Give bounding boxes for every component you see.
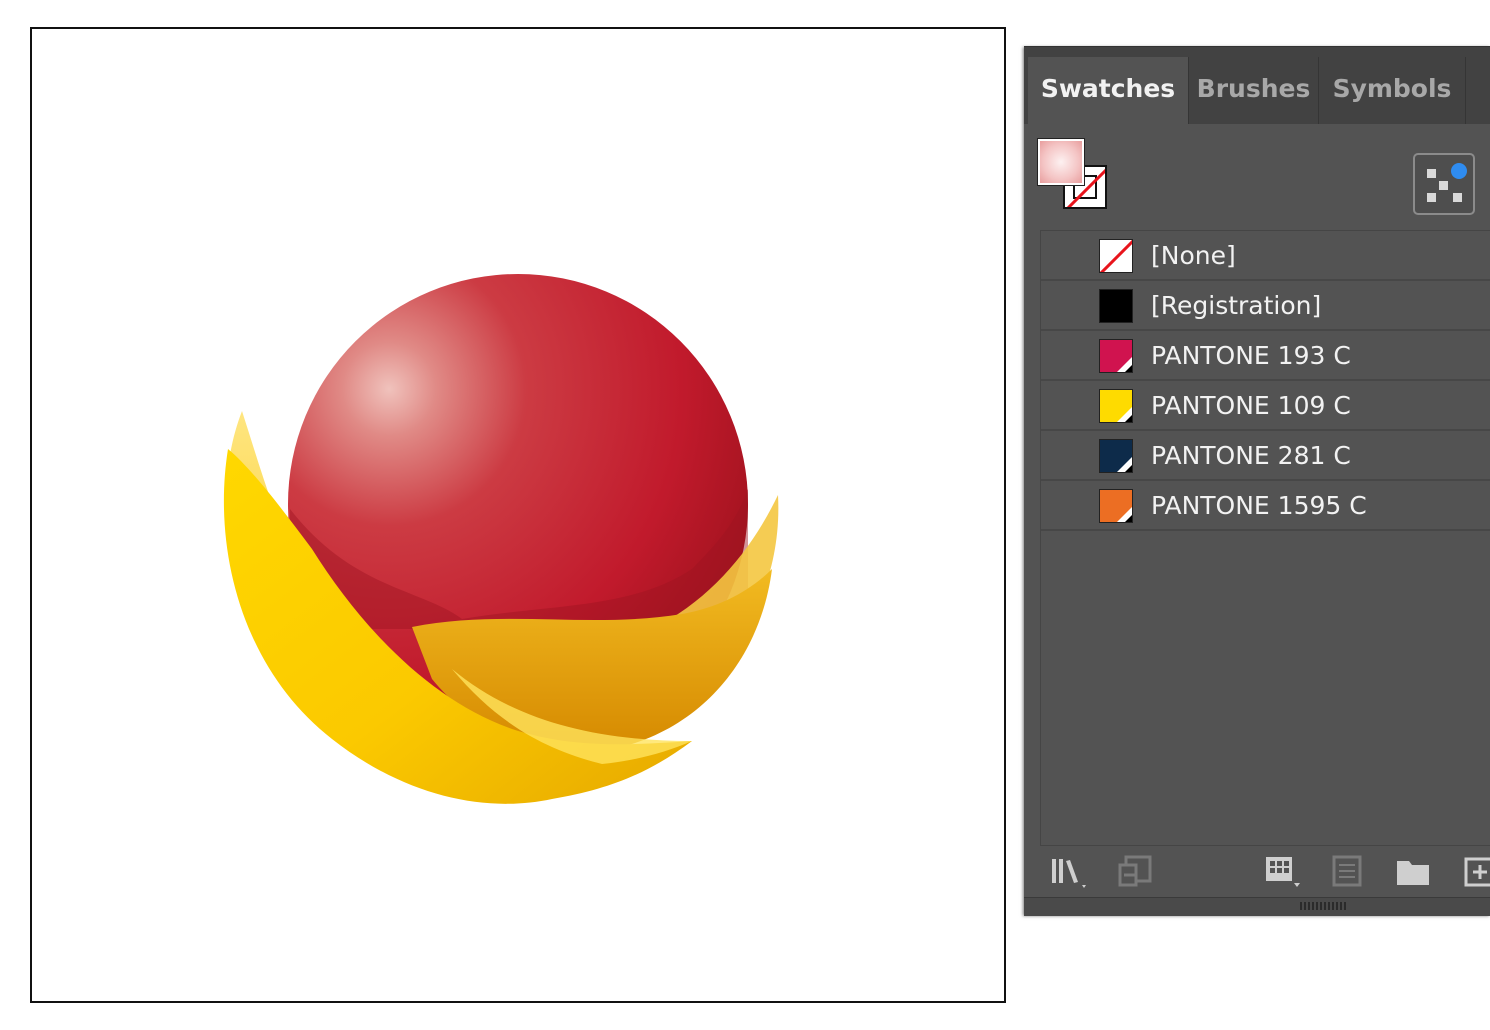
swatch-label: PANTONE 193 C [1151, 341, 1351, 370]
panel-bottom-toolbar [1024, 847, 1490, 897]
swatch-list[interactable]: [None] [Registration] PANTONE 193 C PANT… [1040, 230, 1490, 846]
swatch-row-pantone-281c[interactable]: PANTONE 281 C [1041, 431, 1490, 481]
grip-icon [1300, 902, 1348, 910]
logo-artwork[interactable] [32, 29, 1004, 1001]
swatch-row-none[interactable]: [None] [1041, 231, 1490, 281]
swatch-kinds-icon[interactable] [1264, 855, 1304, 889]
tab-symbols[interactable]: Symbols [1319, 57, 1466, 124]
swatch-label: PANTONE 109 C [1151, 391, 1351, 420]
place-swatches-icon[interactable] [1118, 855, 1154, 889]
tab-brushes[interactable]: Brushes [1189, 57, 1319, 124]
swatch-row-registration[interactable]: [Registration] [1041, 281, 1490, 331]
panel-tabbar: Swatches Brushes Symbols [1024, 47, 1490, 124]
spot-color-swatch-icon [1099, 389, 1133, 423]
none-swatch-icon [1099, 239, 1133, 273]
swatch-row-pantone-1595c[interactable]: PANTONE 1595 C [1041, 481, 1490, 531]
swatch-label: [Registration] [1151, 291, 1322, 320]
fill-swatch-icon[interactable] [1037, 138, 1085, 186]
swatch-row-pantone-109c[interactable]: PANTONE 109 C [1041, 381, 1490, 431]
spot-color-swatch-icon [1099, 339, 1133, 373]
fill-stroke-widget [1037, 138, 1118, 219]
panel-resize-handle[interactable] [1024, 897, 1490, 916]
swatch-row-pantone-193c[interactable]: PANTONE 193 C [1041, 331, 1490, 381]
swatch-options-icon[interactable] [1332, 855, 1364, 889]
swatch-label: PANTONE 281 C [1151, 441, 1351, 470]
swatch-label: [None] [1151, 241, 1236, 270]
registration-swatch-icon [1099, 289, 1133, 323]
new-color-group-icon[interactable] [1395, 855, 1431, 889]
tab-swatches[interactable]: Swatches [1028, 57, 1189, 124]
swatch-label: PANTONE 1595 C [1151, 491, 1367, 520]
swatches-panel: Swatches Brushes Symbols [None] [Registr… [1024, 46, 1490, 916]
artboard[interactable] [30, 27, 1006, 1003]
new-swatch-icon[interactable] [1464, 855, 1490, 889]
spot-color-swatch-icon [1099, 439, 1133, 473]
spot-color-swatch-icon [1099, 489, 1133, 523]
show-color-groups-icon[interactable] [1413, 153, 1475, 215]
swatch-libraries-icon[interactable] [1050, 855, 1094, 889]
